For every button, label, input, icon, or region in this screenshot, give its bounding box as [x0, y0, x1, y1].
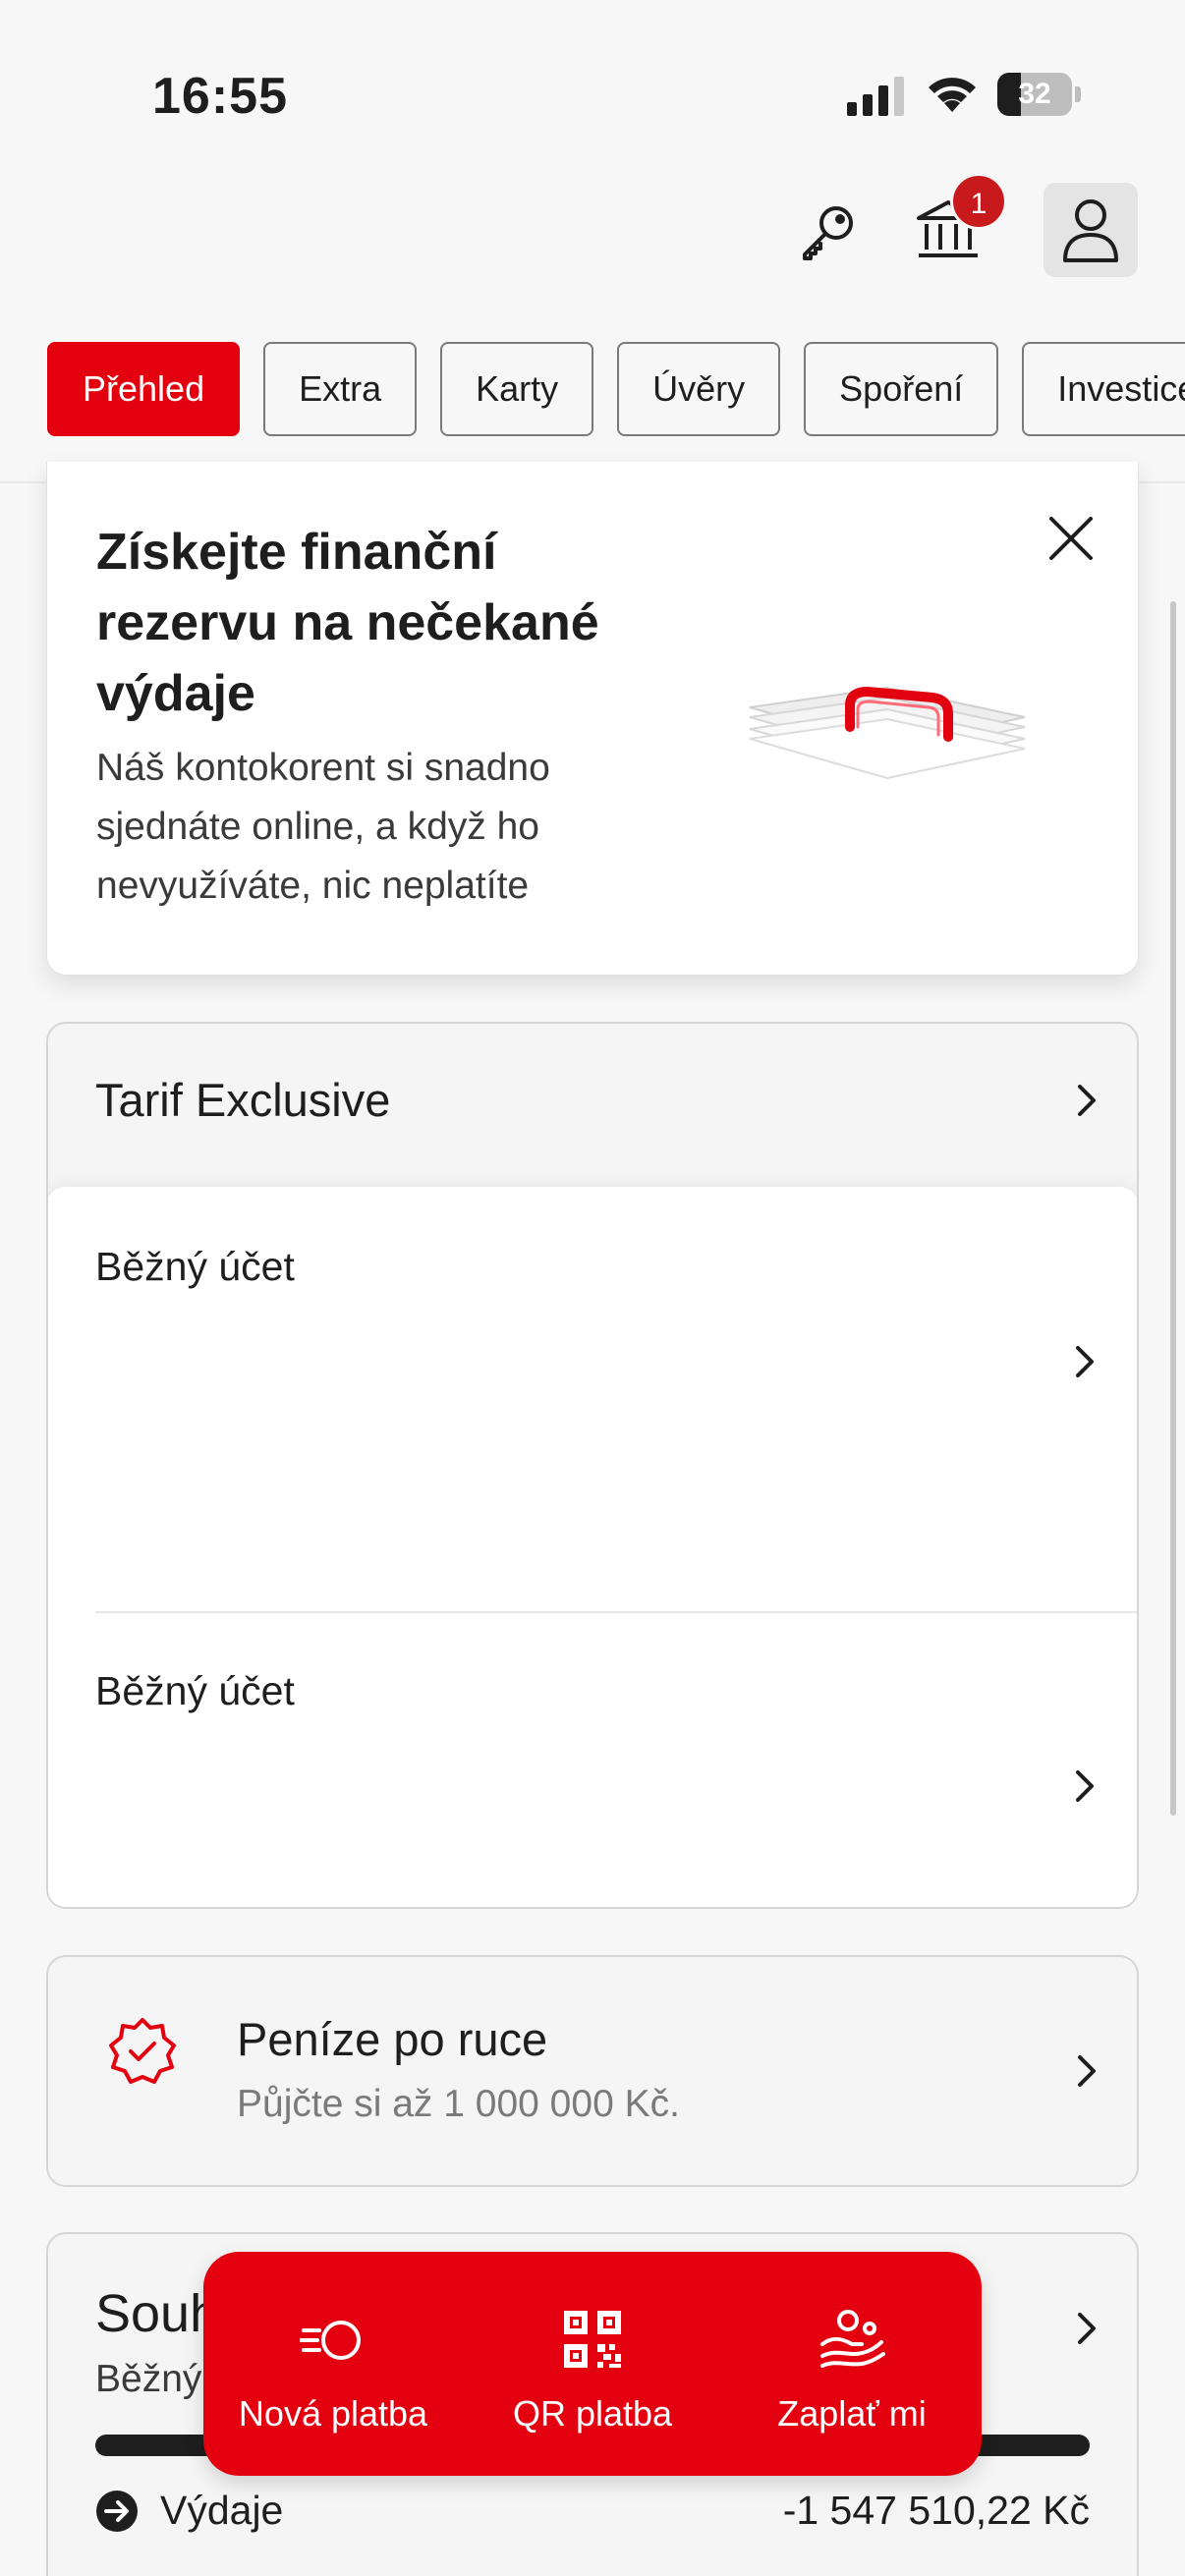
new-payment-button[interactable]: Nová platba — [203, 2252, 463, 2476]
loan-offer-card[interactable]: Peníze po ruce Půjčte si až 1 000 000 Kč… — [46, 1955, 1139, 2187]
promo-title: Získejte finanční rezervu na nečekané vý… — [96, 524, 599, 722]
key-button[interactable] — [794, 196, 863, 265]
battery-indicator: 32 — [997, 73, 1081, 116]
loan-offer-title: Peníze po ruce — [237, 2013, 548, 2065]
tab-uvery[interactable]: Úvěry — [617, 342, 781, 436]
chevron-right-icon[interactable] — [1066, 2309, 1105, 2348]
tab-bar: Přehled Extra Karty Úvěry Spoření Invest… — [0, 342, 1185, 440]
tab-sporeni[interactable]: Spoření — [804, 342, 999, 436]
new-payment-icon — [300, 2321, 361, 2360]
battery-level: 32 — [1018, 78, 1051, 110]
account-label[interactable]: Běžný účet — [95, 1668, 295, 1714]
account-divider — [95, 1611, 1137, 1613]
profile-button[interactable] — [1044, 183, 1138, 277]
key-icon — [803, 206, 853, 260]
paper-clip-illustration — [749, 686, 1026, 780]
close-icon[interactable] — [1042, 509, 1100, 568]
chevron-right-icon[interactable] — [1064, 1766, 1103, 1806]
signal-icon — [847, 77, 904, 116]
qr-payment-button[interactable]: QR platba — [463, 2252, 722, 2476]
promo-text: Náš kontokorent si snadno sjednáte onlin… — [96, 747, 550, 907]
tarif-card: Tarif Exclusive Běžný účet Běžný účet — [46, 1022, 1139, 1909]
loan-offer-subtitle: Půjčte si až 1 000 000 Kč. — [237, 2083, 680, 2125]
tab-prehled[interactable]: Přehled — [47, 342, 241, 436]
status-bar: 16:55 32 — [0, 0, 1185, 167]
user-icon — [1063, 199, 1118, 262]
notification-badge[interactable]: 1 — [950, 173, 1007, 230]
tab-investice[interactable]: Investice — [1022, 342, 1185, 436]
scrollbar[interactable] — [1170, 601, 1176, 1816]
chevron-right-icon[interactable] — [1066, 2051, 1105, 2091]
chevron-right-icon[interactable] — [1066, 1081, 1105, 1120]
battery-tip — [1075, 86, 1081, 102]
new-payment-label: Nová platba — [238, 2393, 428, 2434]
qr-payment-label: QR platba — [512, 2393, 673, 2434]
badge-check-icon — [109, 2018, 176, 2084]
account-list: Běžný účet Běžný účet — [48, 1187, 1137, 1907]
account-label[interactable]: Běžný účet — [95, 1244, 295, 1290]
status-time: 16:55 — [152, 68, 288, 125]
chevron-right-icon[interactable] — [1064, 1342, 1103, 1381]
tarif-title[interactable]: Tarif Exclusive — [95, 1073, 390, 1127]
payment-action-bar: Nová platba QR platba Zaplať mi — [203, 2252, 982, 2476]
battery-body: 32 — [997, 73, 1072, 116]
pay-me-label: Zaplať mi — [777, 2393, 927, 2434]
receive-money-icon — [820, 2310, 885, 2368]
tab-karty[interactable]: Karty — [440, 342, 594, 436]
tab-extra[interactable]: Extra — [263, 342, 418, 436]
expense-amount: -1 547 510,22 Kč — [782, 2488, 1090, 2533]
wifi-icon — [929, 78, 976, 112]
arrow-right-circle-icon — [96, 2491, 138, 2532]
pay-me-button[interactable]: Zaplať mi — [722, 2252, 982, 2476]
expense-label: Výdaje — [160, 2488, 284, 2533]
qr-code-icon — [564, 2311, 621, 2368]
overdraft-promo-card[interactable]: Získejte finanční rezervu na nečekané vý… — [46, 462, 1139, 976]
